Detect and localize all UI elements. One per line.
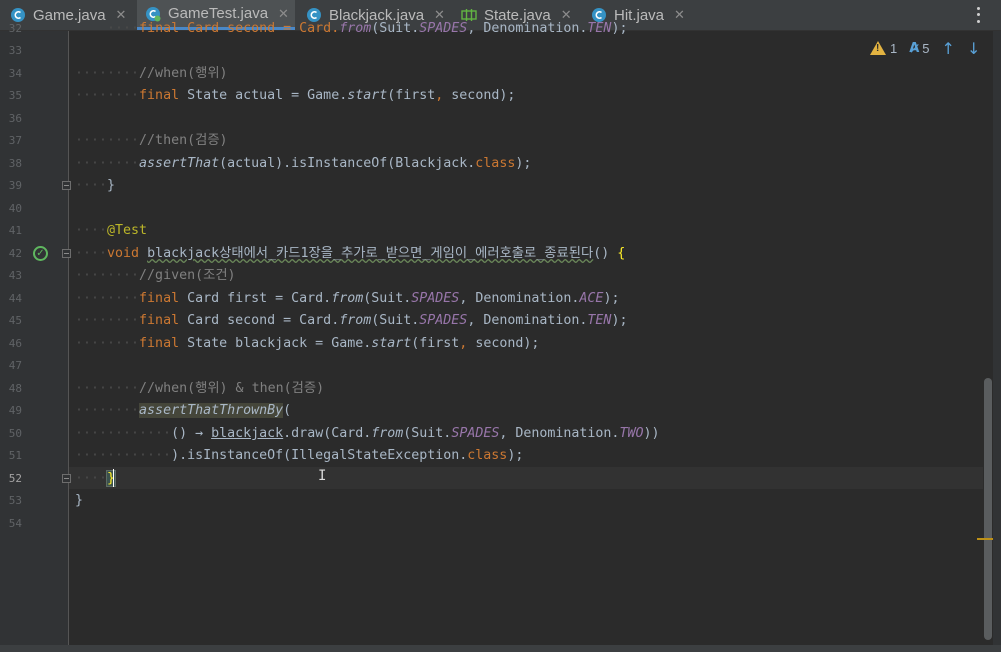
- code-line-50: ············() → blackjack.draw(Card.fro…: [75, 426, 660, 441]
- line-number: 48: [8, 382, 22, 395]
- line-number: 40: [8, 202, 22, 215]
- line-number: 39: [8, 179, 22, 192]
- line-number: 49: [8, 404, 22, 417]
- code-line-53: }: [75, 493, 84, 508]
- line-number: 34: [8, 67, 22, 80]
- right-tool-strip: [993, 31, 1001, 652]
- test-passed-icon[interactable]: ✓: [33, 246, 48, 261]
- warning-count: 1: [890, 40, 898, 56]
- typo-count: 5: [922, 40, 930, 56]
- line-number: 50: [8, 427, 22, 440]
- code-line-52: ····}: [75, 470, 117, 487]
- code-line-32: ····final Card second = Card.from(Suit.S…: [107, 21, 628, 36]
- code-line-35: ········final State actual = Game.start(…: [75, 88, 516, 103]
- code-line-46: ········final State blackjack = Game.sta…: [75, 336, 540, 351]
- code-line-39: ····}: [75, 178, 116, 193]
- bottom-edge: [0, 645, 1001, 652]
- line-number: 42: [8, 247, 22, 260]
- line-number: 38: [8, 157, 22, 170]
- fold-marker-icon[interactable]: [62, 181, 71, 190]
- line-number: 47: [8, 359, 22, 372]
- line-number: 53: [8, 494, 22, 507]
- code-line-49: ········assertThatThrownBy(: [75, 403, 292, 418]
- previous-highlight-icon[interactable]: ↑: [942, 39, 955, 58]
- code-line-42: ····void blackjack상태에서_카드1장을_추가로_받으면_게임이…: [75, 246, 626, 261]
- scrollbar-thumb[interactable]: [984, 378, 992, 640]
- warning-stripe-marker[interactable]: [977, 538, 993, 540]
- fold-marker-icon[interactable]: [62, 249, 71, 258]
- code-line-41: ····@Test: [75, 223, 148, 238]
- code-line-51: ············).isInstanceOf(IllegalStateE…: [75, 448, 524, 463]
- code-line-45: ········final Card second = Card.from(Su…: [75, 313, 628, 328]
- line-number: 33: [8, 44, 22, 57]
- code-line-44: ········final Card first = Card.from(Sui…: [75, 291, 620, 306]
- gutter-divider: [68, 31, 69, 652]
- warning-icon: [870, 41, 886, 55]
- line-number: 44: [8, 292, 22, 305]
- line-number: 45: [8, 314, 22, 327]
- line-number: 32: [8, 22, 22, 35]
- line-number: 51: [8, 449, 22, 462]
- code-line-38: ········assertThat(actual).isInstanceOf(…: [75, 156, 532, 171]
- fold-marker-icon[interactable]: [62, 474, 71, 483]
- text-caret: [113, 469, 114, 487]
- line-number: 36: [8, 112, 22, 125]
- current-line-highlight: [69, 467, 983, 489]
- code-line-48: ········//when(행위) & then(검증): [75, 381, 325, 396]
- close-icon[interactable]: ✕: [674, 7, 685, 23]
- next-highlight-icon[interactable]: ↓: [967, 39, 980, 58]
- code-line-37: ········//then(검증): [75, 133, 228, 148]
- line-number: 46: [8, 337, 22, 350]
- line-number: 54: [8, 517, 22, 530]
- code-line-34: ········//when(행위): [75, 66, 228, 81]
- line-number: 41: [8, 224, 22, 237]
- line-number: 43: [8, 269, 22, 282]
- line-number: 35: [8, 89, 22, 102]
- text-cursor-icon: I: [318, 468, 327, 484]
- typo-icon: A̷: [909, 40, 920, 56]
- code-line-43: ········//given(조건): [75, 268, 236, 283]
- more-tabs-icon[interactable]: [972, 5, 984, 25]
- line-number: 52: [8, 472, 22, 485]
- line-number: 37: [8, 134, 22, 147]
- inspection-widget[interactable]: 1 A̷ 5 ↑ ↓: [870, 38, 980, 58]
